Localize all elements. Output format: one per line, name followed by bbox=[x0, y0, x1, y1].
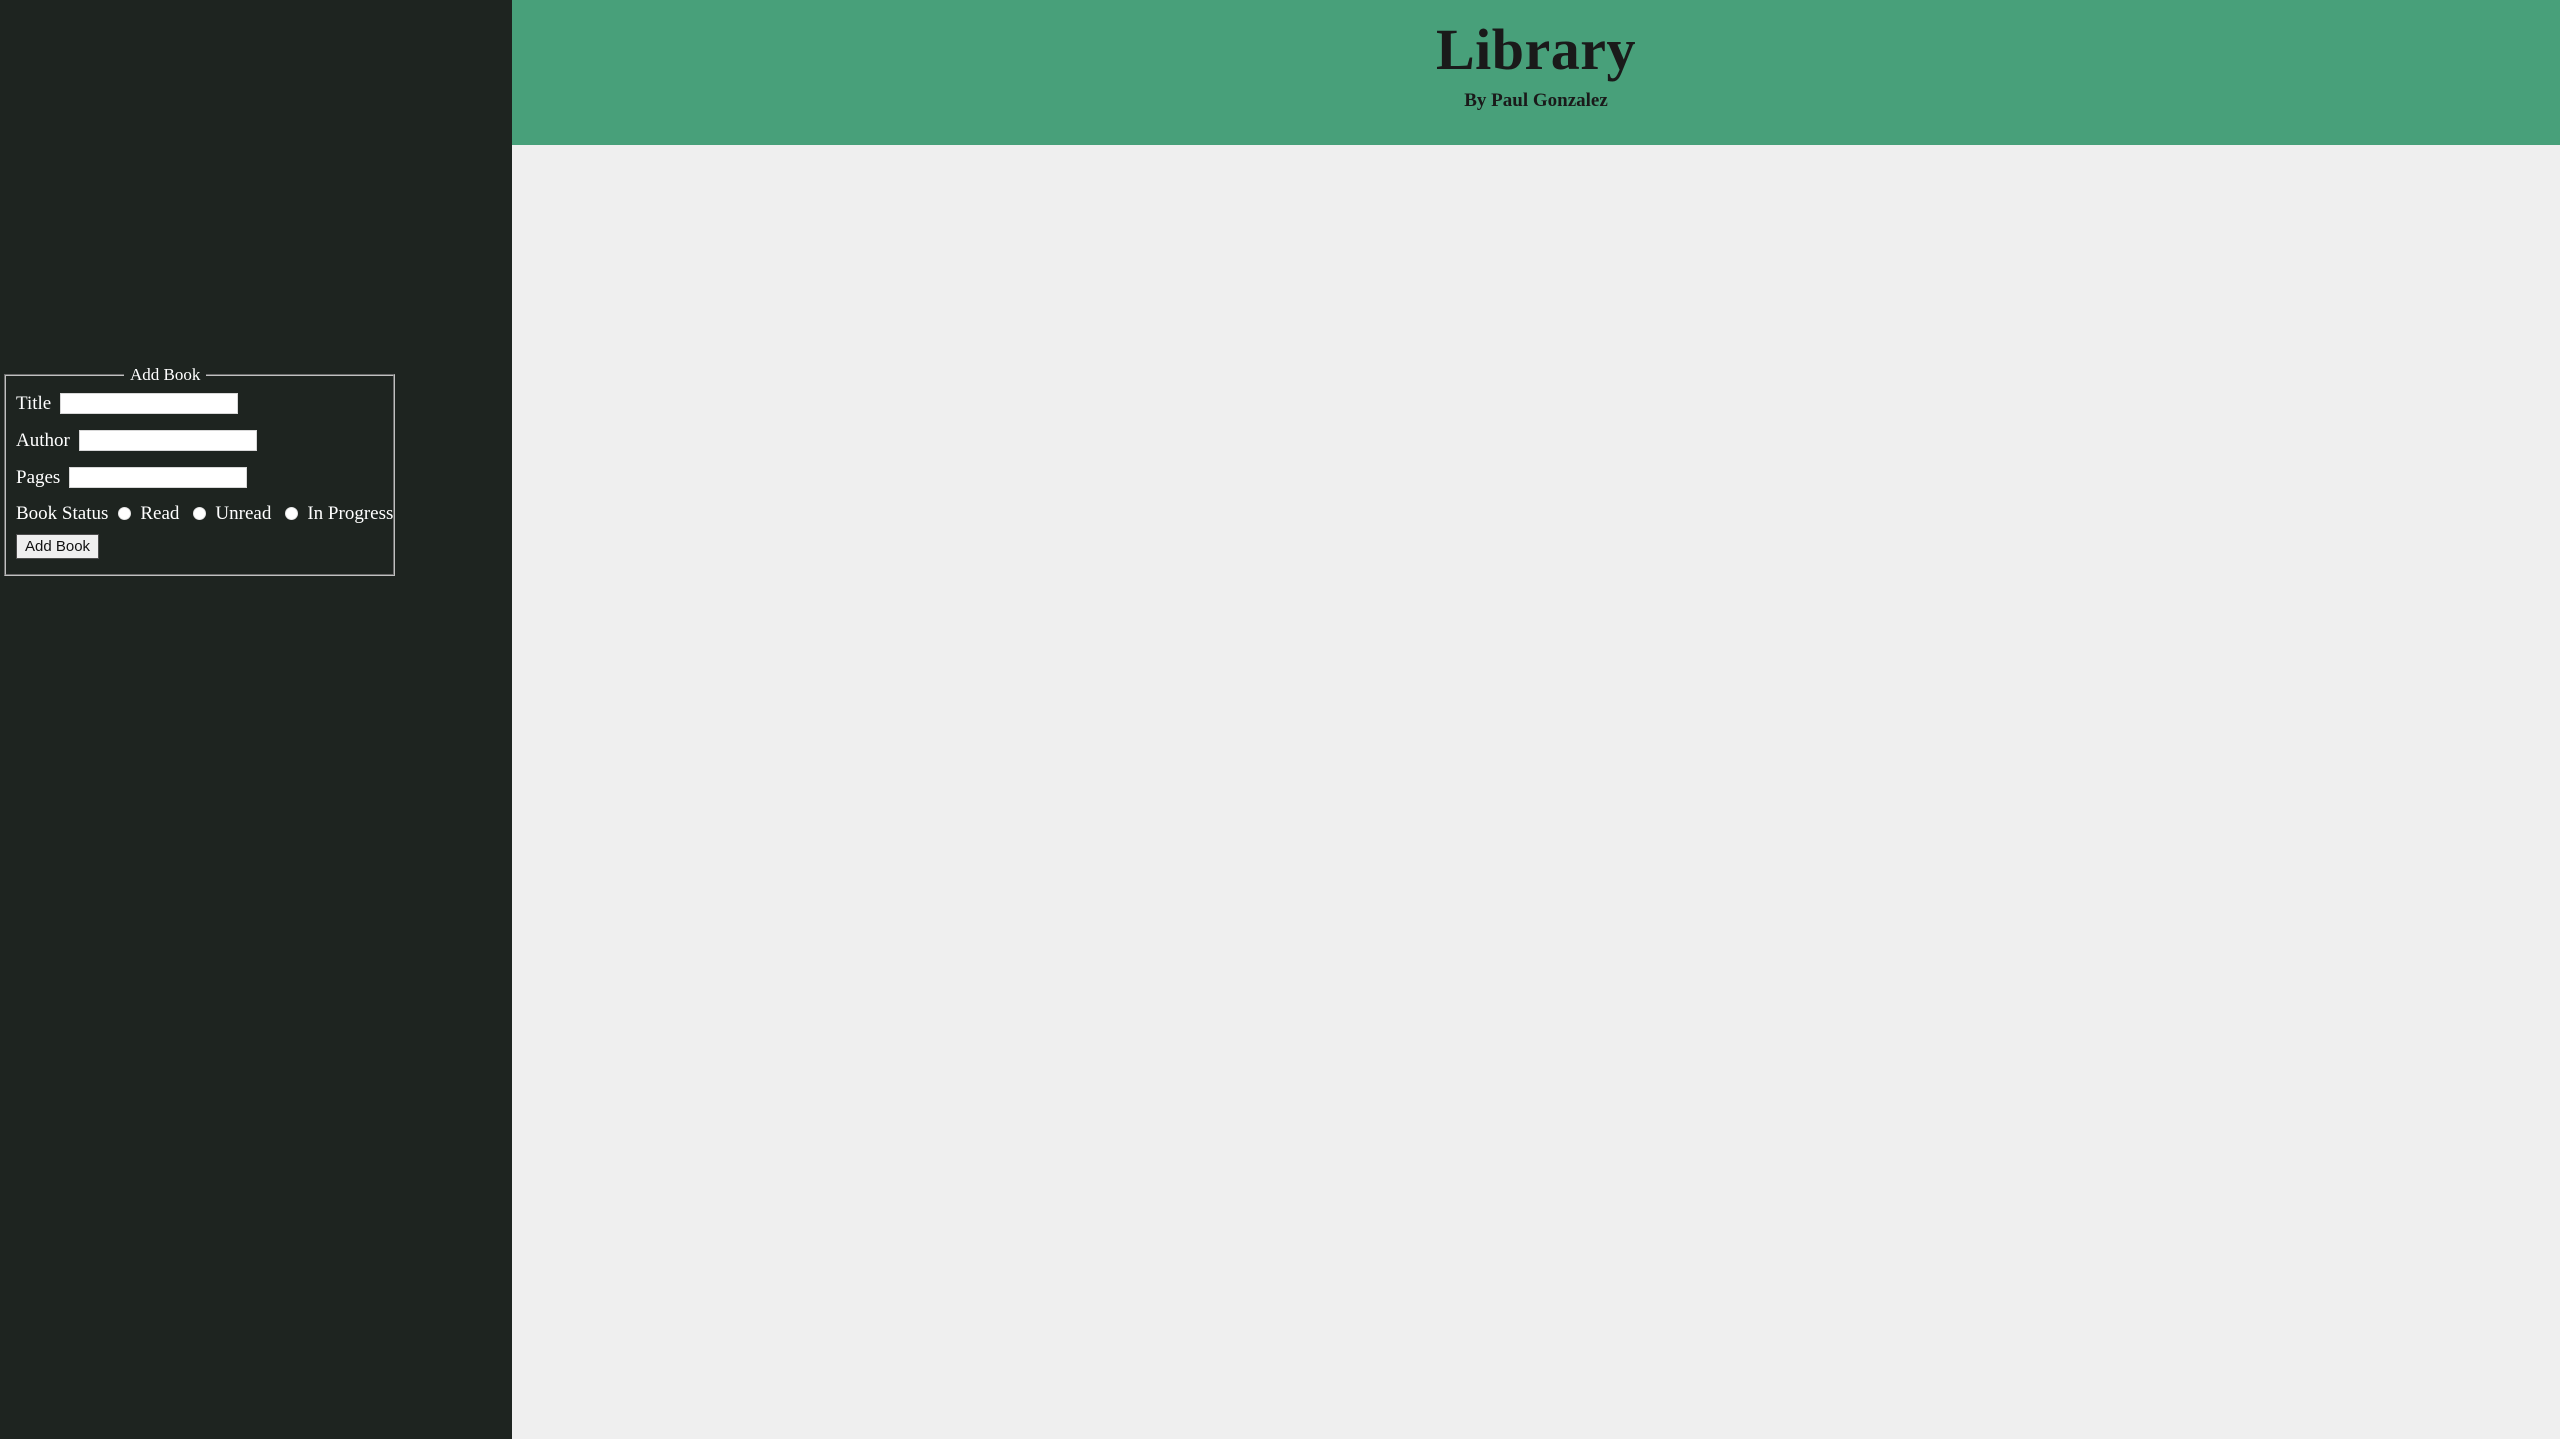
add-book-form: Add Book Title Author Pages Book Status bbox=[4, 365, 396, 576]
add-book-form-body: Title Author Pages Book Status Read Unre… bbox=[6, 383, 393, 559]
author-input[interactable] bbox=[78, 429, 257, 451]
add-book-legend: Add Book bbox=[130, 365, 201, 384]
radio-label-read[interactable]: Read bbox=[140, 504, 179, 523]
radio-label-in-progress[interactable]: In Progress bbox=[307, 504, 393, 523]
add-book-button[interactable]: Add Book bbox=[16, 534, 100, 559]
radio-read[interactable] bbox=[118, 506, 132, 520]
app-root: Add Book Title Author Pages Book Status bbox=[0, 0, 2560, 1439]
radio-unread[interactable] bbox=[193, 506, 207, 520]
sidebar: Add Book Title Author Pages Book Status bbox=[0, 0, 512, 1439]
main-content: Library By Paul Gonzalez bbox=[512, 0, 2560, 1439]
book-list-area bbox=[512, 145, 2560, 1439]
title-field-row: Title bbox=[16, 389, 393, 417]
pages-field-row: Pages bbox=[16, 463, 393, 491]
author-field-row: Author bbox=[16, 426, 393, 454]
title-label: Title bbox=[16, 392, 52, 414]
page-subtitle: By Paul Gonzalez bbox=[1464, 90, 1608, 111]
pages-input[interactable] bbox=[69, 466, 248, 488]
page-title: Library bbox=[1435, 17, 1637, 82]
page-header: Library By Paul Gonzalez bbox=[512, 0, 2560, 145]
book-status-label: Book Status bbox=[16, 502, 109, 524]
author-label: Author bbox=[16, 429, 70, 451]
pages-label: Pages bbox=[16, 466, 61, 488]
radio-in-progress[interactable] bbox=[285, 506, 299, 520]
title-input[interactable] bbox=[60, 392, 239, 414]
book-status-row: Book Status Read Unread In Progress bbox=[16, 500, 393, 526]
submit-row: Add Book bbox=[16, 534, 393, 559]
radio-label-unread[interactable]: Unread bbox=[215, 504, 271, 523]
